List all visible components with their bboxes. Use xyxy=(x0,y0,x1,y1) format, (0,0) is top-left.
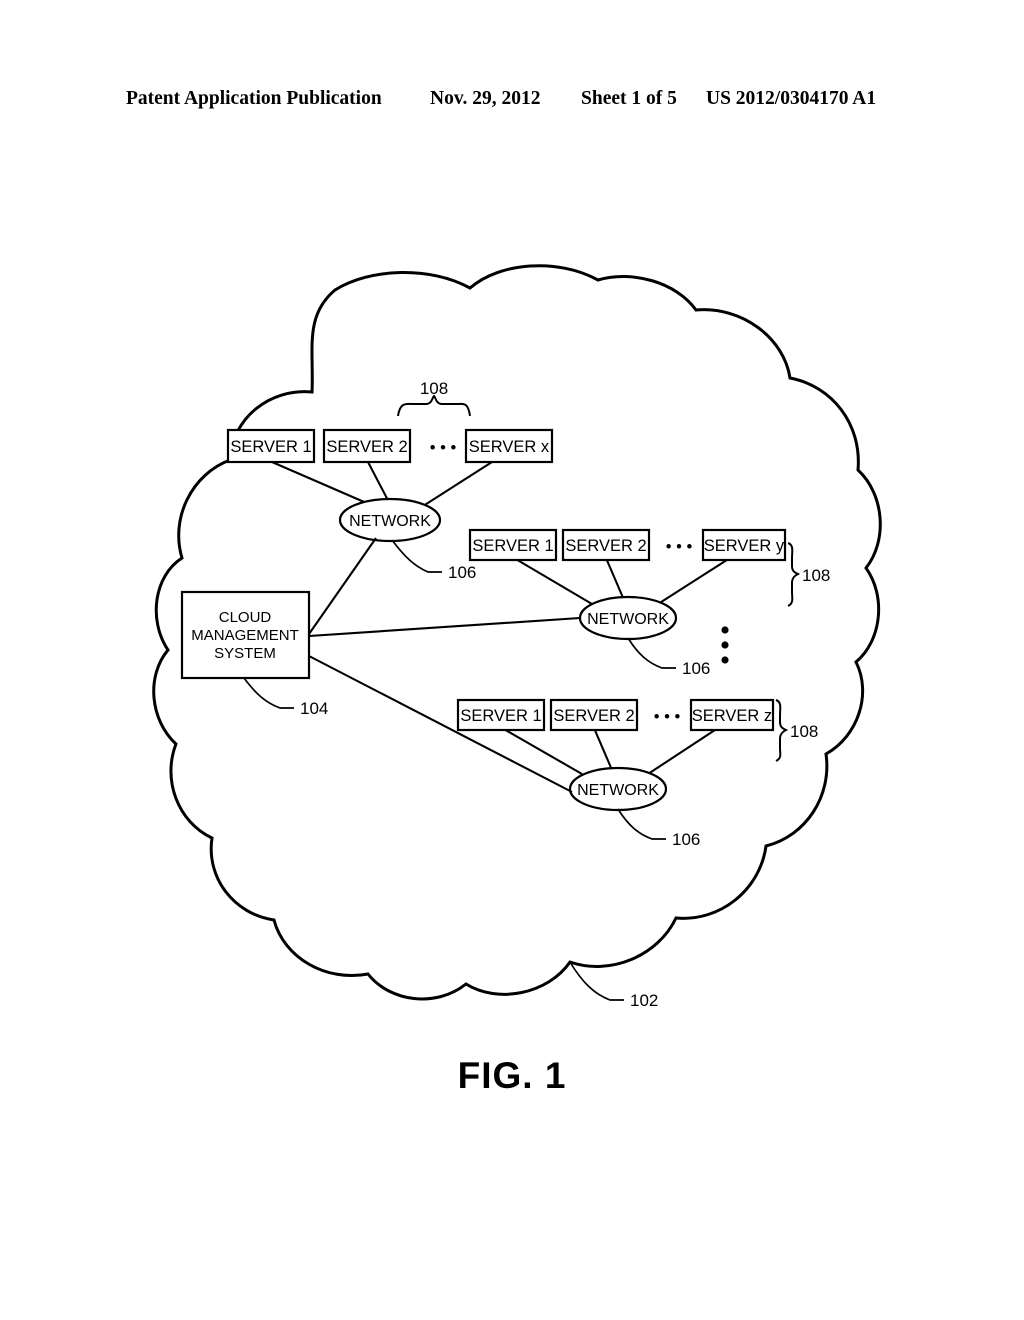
ref-106-group-y: 106 xyxy=(682,659,710,678)
ref-106-group-z: 106 xyxy=(672,830,700,849)
server-box-group-x-2[interactable]: SERVER 2 xyxy=(322,428,412,464)
ref-102-cloud: 102 xyxy=(630,991,658,1010)
server-box-group-x-3[interactable]: SERVER x xyxy=(464,428,554,464)
figure-caption: FIG. 1 xyxy=(457,1055,567,1096)
server-label: SERVER 2 xyxy=(326,438,407,456)
ref-104-cms: 104 xyxy=(300,699,328,718)
server-box-group-z-1[interactable]: SERVER 1 xyxy=(456,698,546,732)
server-label: SERVER z xyxy=(692,707,772,725)
patent-page: Patent Application Publication Nov. 29, … xyxy=(0,0,1024,1320)
network-node-group-z[interactable]: NETWORK xyxy=(568,766,668,812)
server-box-group-y-1[interactable]: SERVER 1 xyxy=(468,528,558,562)
vertical-ellipsis xyxy=(721,626,729,664)
server-label: SERVER 1 xyxy=(230,438,311,456)
server-label: SERVER 1 xyxy=(472,537,553,555)
server-label: SERVER y xyxy=(704,537,785,555)
cms-line-3: SYSTEM xyxy=(214,645,276,662)
network-label: NETWORK xyxy=(349,513,431,530)
server-box-group-z-2[interactable]: SERVER 2 xyxy=(549,698,639,732)
figure-1-diagram: 108 SERVER 1 SERVER 2 • • • SERVER x NET… xyxy=(152,264,882,1010)
network-label: NETWORK xyxy=(577,782,659,799)
network-node-group-x[interactable]: NETWORK xyxy=(338,497,442,543)
server-label: SERVER 2 xyxy=(565,537,646,555)
server-box-group-y-3[interactable]: SERVER y xyxy=(701,528,787,562)
server-box-group-x-1[interactable]: SERVER 1 xyxy=(226,428,316,464)
network-label: NETWORK xyxy=(587,611,669,628)
ellipsis-group-x: • • • xyxy=(430,439,457,457)
server-box-group-z-3[interactable]: SERVER z xyxy=(689,698,775,732)
cms-line-2: MANAGEMENT xyxy=(191,627,299,644)
server-label: SERVER 1 xyxy=(460,707,541,725)
server-label: SERVER 2 xyxy=(553,707,634,725)
ref-108-group-z: 108 xyxy=(790,722,818,741)
cms-line-1: CLOUD xyxy=(219,609,272,626)
ref-106-group-x: 106 xyxy=(448,563,476,582)
ellipsis-group-z: • • • xyxy=(654,708,681,726)
ellipsis-group-y: • • • xyxy=(666,538,693,556)
ref-108-group-x: 108 xyxy=(420,379,448,398)
server-box-group-y-2[interactable]: SERVER 2 xyxy=(561,528,651,562)
ref-108-group-y: 108 xyxy=(802,566,830,585)
server-label: SERVER x xyxy=(469,438,550,456)
cloud-management-system-box[interactable]: CLOUD MANAGEMENT SYSTEM xyxy=(180,590,311,680)
network-node-group-y[interactable]: NETWORK xyxy=(578,595,678,641)
